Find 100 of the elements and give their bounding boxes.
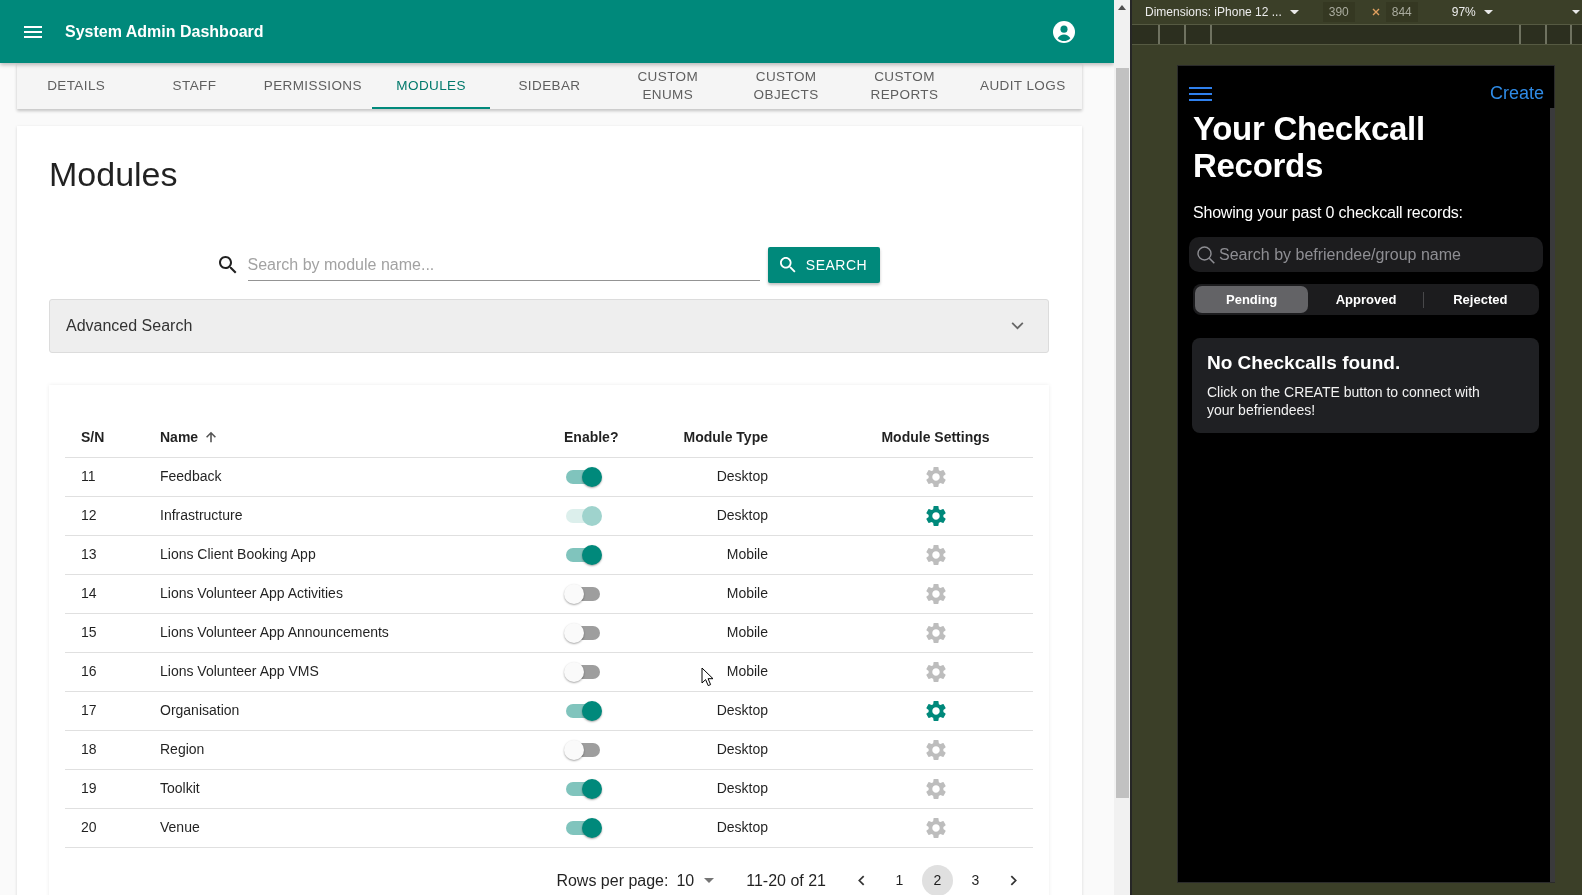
search-field[interactable]: Search by module name... bbox=[247, 249, 760, 281]
table-cell: Venue bbox=[144, 808, 548, 847]
table-cell: 13 bbox=[65, 535, 144, 574]
table-cell: 20 bbox=[65, 808, 144, 847]
search-icon bbox=[1197, 246, 1215, 264]
table-cell: Infrastructure bbox=[144, 496, 548, 535]
table-cell: 19 bbox=[65, 769, 144, 808]
column-header[interactable]: S/N bbox=[81, 426, 105, 448]
page-button[interactable]: 1 bbox=[884, 865, 915, 895]
tab[interactable]: STAFF bbox=[135, 63, 254, 109]
caret-down-icon[interactable] bbox=[1572, 10, 1580, 14]
table-cell: Desktop bbox=[616, 457, 838, 496]
toggle-switch[interactable] bbox=[564, 545, 602, 566]
chevron-left-icon bbox=[858, 875, 865, 886]
table-cell: Organisation bbox=[144, 691, 548, 730]
table-cell: Desktop bbox=[616, 691, 838, 730]
table-cell: 14 bbox=[65, 574, 144, 613]
tab[interactable]: CUSTOM REPORTS bbox=[845, 63, 964, 109]
tab[interactable]: PERMISSIONS bbox=[253, 63, 372, 109]
settings-icon[interactable] bbox=[925, 701, 946, 722]
table-cell: Lions Client Booking App bbox=[144, 535, 548, 574]
account-icon[interactable] bbox=[1053, 20, 1075, 43]
table-cell: Lions Volunteer App VMS bbox=[144, 652, 548, 691]
toggle-switch[interactable] bbox=[564, 818, 602, 839]
table-cell: Mobile bbox=[616, 574, 838, 613]
tab[interactable]: SIDEBAR bbox=[490, 63, 609, 109]
scroll-up-arrow-icon[interactable] bbox=[1118, 5, 1126, 10]
table-cell: Desktop bbox=[616, 730, 838, 769]
tab[interactable]: DETAILS bbox=[17, 63, 136, 109]
settings-icon[interactable] bbox=[925, 662, 946, 683]
table-cell: Desktop bbox=[616, 808, 838, 847]
tab[interactable]: CUSTOM OBJECTS bbox=[726, 63, 846, 109]
page-button[interactable]: 3 bbox=[960, 865, 991, 895]
table-cell: Region bbox=[144, 730, 548, 769]
search-icon bbox=[218, 256, 237, 274]
table-cell: Desktop bbox=[616, 769, 838, 808]
zoom-select[interactable]: 97% bbox=[1451, 3, 1493, 21]
segment-tab[interactable]: Rejected bbox=[1423, 286, 1537, 313]
settings-icon[interactable] bbox=[925, 740, 946, 761]
settings-icon[interactable] bbox=[925, 467, 946, 488]
screen-title: Your Checkcall Records bbox=[1193, 110, 1426, 184]
times-icon bbox=[1371, 8, 1380, 16]
empty-state-message: Click on the CREATE button to connect with your befriendees! bbox=[1207, 383, 1481, 419]
segment-tab[interactable]: Pending bbox=[1195, 286, 1309, 313]
records-count-text: Showing your past 0 checkcall records: bbox=[1193, 203, 1464, 223]
column-header[interactable]: Module Settings bbox=[881, 426, 990, 448]
menu-icon[interactable] bbox=[1189, 86, 1212, 101]
settings-icon[interactable] bbox=[925, 779, 946, 800]
page-button[interactable]: 2 bbox=[922, 865, 953, 895]
table-cell: 12 bbox=[65, 496, 144, 535]
table-cell: Lions Volunteer App Activities bbox=[144, 574, 548, 613]
toggle-switch[interactable] bbox=[564, 467, 602, 488]
segment-tab[interactable]: Approved bbox=[1309, 286, 1423, 313]
table-cell: 16 bbox=[65, 652, 144, 691]
device-select[interactable]: Dimensions: iPhone 12 ... bbox=[1145, 3, 1299, 21]
settings-icon[interactable] bbox=[925, 545, 946, 566]
tab[interactable]: MODULES bbox=[372, 63, 491, 109]
scrollbar-thumb[interactable] bbox=[1115, 68, 1129, 798]
width-field[interactable]: 390 bbox=[1322, 2, 1355, 22]
mouse-pointer-icon bbox=[701, 667, 714, 687]
settings-icon[interactable] bbox=[925, 818, 946, 839]
table-cell: Desktop bbox=[616, 496, 838, 535]
table-cell: 18 bbox=[65, 730, 144, 769]
toggle-switch[interactable] bbox=[564, 623, 602, 644]
search-icon bbox=[779, 257, 796, 273]
column-header[interactable]: Enable? bbox=[564, 426, 619, 448]
toggle-switch[interactable] bbox=[564, 584, 602, 605]
table-cell: Mobile bbox=[616, 535, 838, 574]
table-cell: Toolkit bbox=[144, 769, 548, 808]
table-cell: 15 bbox=[65, 613, 144, 652]
advanced-search-accordion[interactable]: Advanced Search bbox=[49, 299, 1049, 353]
caret-down-icon bbox=[1289, 9, 1299, 15]
rows-per-page-select[interactable]: 10 bbox=[676, 868, 715, 893]
toggle-switch[interactable] bbox=[564, 779, 602, 800]
chevron-right-icon bbox=[1010, 875, 1017, 886]
column-header[interactable]: Module Type bbox=[683, 426, 768, 448]
app-title: System Admin Dashboard bbox=[65, 21, 264, 42]
settings-icon[interactable] bbox=[925, 623, 946, 644]
tab[interactable]: AUDIT LOGS bbox=[963, 63, 1082, 109]
toggle-switch[interactable] bbox=[564, 662, 602, 683]
column-header[interactable]: Name bbox=[160, 426, 218, 448]
tab[interactable]: CUSTOM ENUMS bbox=[608, 63, 727, 109]
menu-icon[interactable] bbox=[24, 25, 42, 38]
create-link[interactable]: Create bbox=[1489, 80, 1544, 107]
search-button[interactable]: SEARCH bbox=[767, 247, 880, 283]
table-cell: 11 bbox=[65, 457, 144, 496]
media-query-bar[interactable] bbox=[1132, 25, 1582, 45]
settings-icon[interactable] bbox=[925, 584, 946, 605]
caret-down-icon bbox=[1483, 9, 1493, 15]
height-field[interactable]: 844 bbox=[1385, 2, 1418, 22]
table-cell: Feedback bbox=[144, 457, 548, 496]
page-title: Modules bbox=[49, 154, 179, 195]
table-cell: 17 bbox=[65, 691, 144, 730]
toggle-switch[interactable] bbox=[564, 740, 602, 761]
sort-arrow-icon bbox=[205, 431, 218, 444]
toggle-switch[interactable] bbox=[564, 701, 602, 722]
table-cell: Lions Volunteer App Announcements bbox=[144, 613, 548, 652]
search-field[interactable]: Search by befriendee/group name bbox=[1189, 237, 1543, 272]
table-cell: Mobile bbox=[616, 613, 838, 652]
scrollbar[interactable] bbox=[1114, 0, 1130, 895]
